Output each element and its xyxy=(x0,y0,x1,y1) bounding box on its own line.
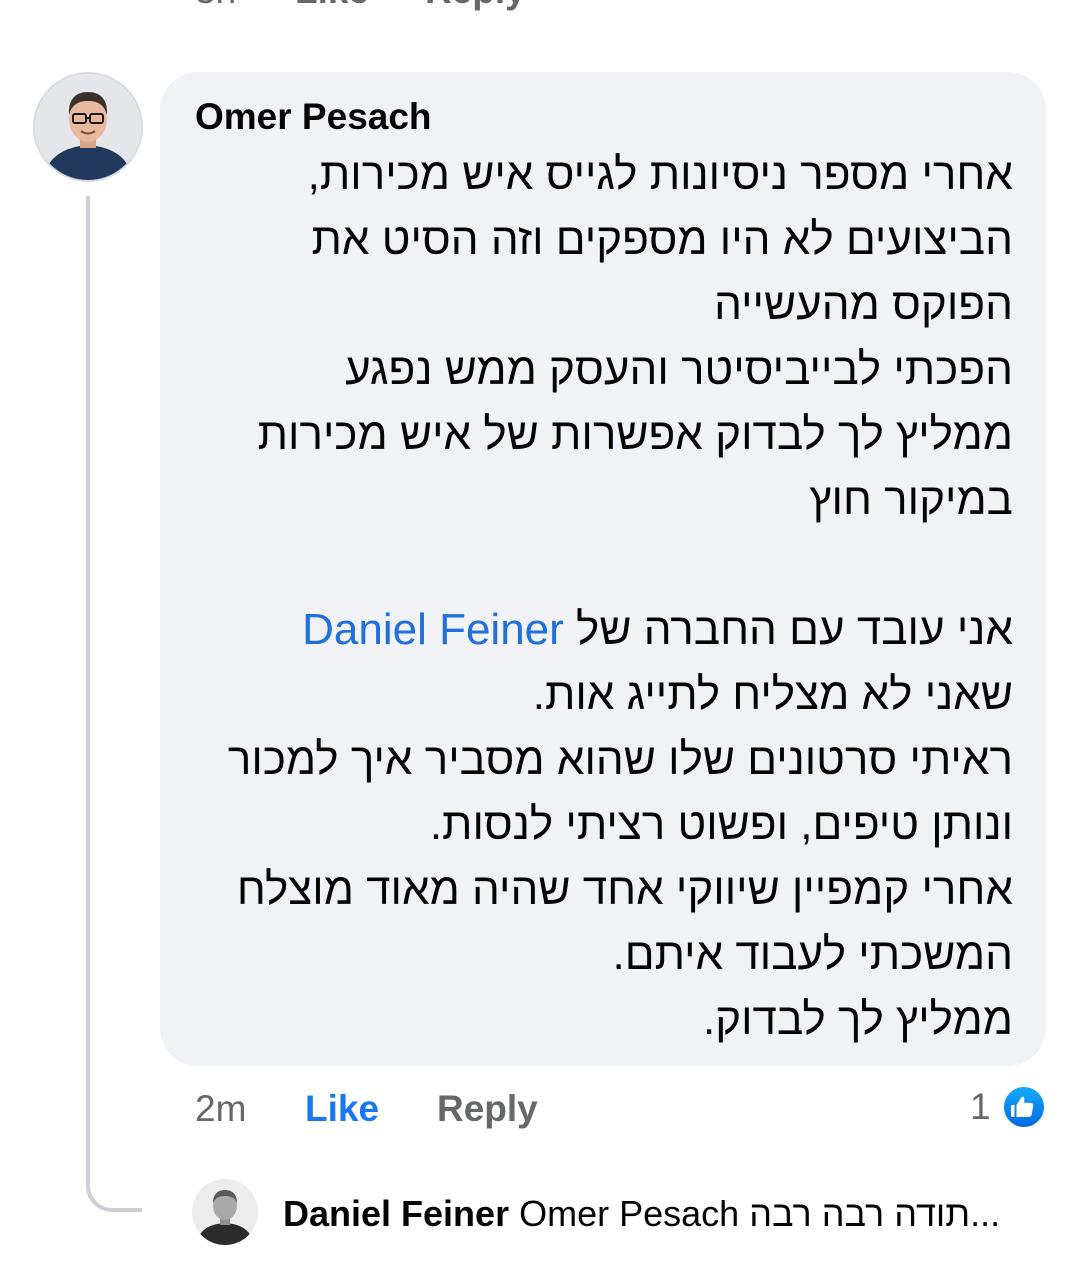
comment-line: הפכתי לבייביסיטר והעסק ממש נפגע xyxy=(345,345,1013,394)
comment-body: אחרי מספר ניסיונות לגייס איש מכירות, הבי… xyxy=(173,142,1013,1052)
reply-author-avatar[interactable] xyxy=(192,1179,258,1245)
comment-bubble: Omer Pesach אחרי מספר ניסיונות לגייס איש… xyxy=(160,72,1046,1066)
comment-line: המשכתי לעבוד איתם. xyxy=(612,930,1013,979)
previous-comment-time[interactable]: 3h xyxy=(195,0,236,13)
reply-preview-text: Omer Pesach תודה רבה רבה... xyxy=(519,1193,1001,1234)
previous-comment-actions: 3h Like Reply xyxy=(0,0,1080,12)
thread-connector-line xyxy=(86,196,142,1212)
comment-line: שאני לא מצליח לתייג אות. xyxy=(532,670,1013,719)
thumbs-up-icon[interactable] xyxy=(1002,1085,1046,1129)
comment-reply-button[interactable]: Reply xyxy=(437,1087,538,1131)
comment-line: אחרי מספר ניסיונות לגייס איש מכירות, xyxy=(307,150,1013,199)
comment-author-name[interactable]: Omer Pesach xyxy=(195,95,432,139)
comment-blank-line xyxy=(173,532,1013,597)
comment-line: ראיתי סרטונים שלו שהוא מסביר איך למכור xyxy=(227,735,1013,784)
comment-line-with-mention: אני עובד עם החברה של Daniel Feiner xyxy=(173,597,1013,662)
comment-line: הביצועים לא היו מספקים וזה הסיט את xyxy=(311,215,1014,264)
comment-timestamp[interactable]: 2m xyxy=(195,1087,246,1131)
profile-photo-icon xyxy=(192,1179,258,1245)
previous-comment-like-button[interactable]: Like xyxy=(295,0,369,13)
comment-line: ממליץ לך לבדוק. xyxy=(702,995,1013,1044)
mention-prefix-text: אני עובד עם החברה של xyxy=(576,605,1013,654)
comment-author-avatar[interactable] xyxy=(33,72,143,182)
comment-line: ממליץ לך לבדוק אפשרות של איש מכירות xyxy=(257,410,1013,459)
reaction-count[interactable]: 1 xyxy=(970,1085,991,1129)
reply-author-name[interactable]: Daniel Feiner xyxy=(283,1193,509,1234)
comment-line: אחרי קמפיין שיווקי אחד שהיה מאוד מוצלח xyxy=(236,865,1013,914)
comment-like-button[interactable]: Like xyxy=(305,1087,379,1131)
comment-line: ונותן טיפים, ופשוט רציתי לנסות. xyxy=(429,800,1013,849)
reply-preview-row[interactable]: Daniel Feiner Omer Pesach תודה רבה רבה..… xyxy=(283,1192,1000,1236)
profile-photo-icon xyxy=(35,74,141,180)
mention-link-daniel-feiner[interactable]: Daniel Feiner xyxy=(302,605,564,654)
comment-line: במיקור חוץ xyxy=(809,475,1013,524)
previous-comment-reply-button[interactable]: Reply xyxy=(425,0,526,13)
comment-line: הפוקס מהעשייה xyxy=(714,280,1013,329)
